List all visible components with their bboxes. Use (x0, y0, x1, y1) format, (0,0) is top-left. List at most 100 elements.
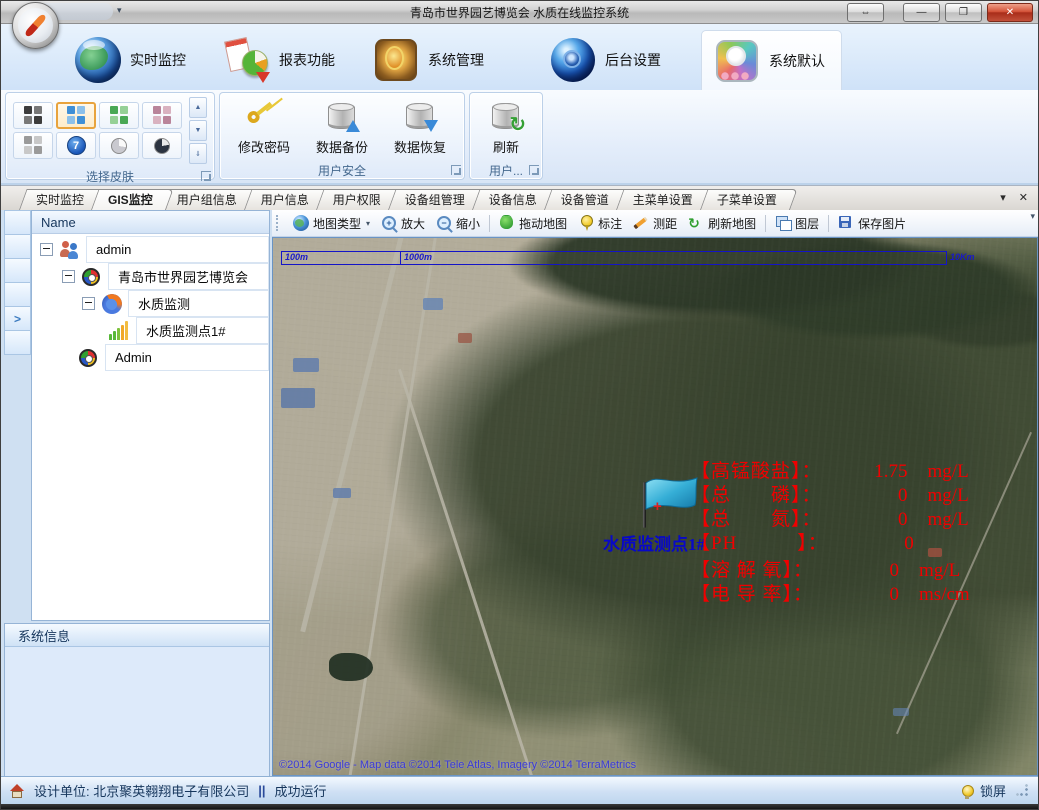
panel-collapse-button[interactable]: > (4, 307, 31, 331)
map-scale-bar: 100m 1000m 10Km (281, 251, 947, 265)
zoom-in-button[interactable]: + 放大 (376, 213, 430, 234)
pencil-icon (633, 215, 649, 231)
blue-orb-icon (551, 38, 595, 82)
tab-list-dropdown-icon[interactable]: ▾ (1000, 191, 1006, 204)
system-info-title[interactable]: 系统信息 (5, 624, 269, 647)
color-wheel-icon (80, 266, 104, 288)
reading-row: 【溶 解 氧】：0mg/L (691, 559, 1004, 583)
maximize-button[interactable]: ❐ (945, 3, 982, 22)
skin-scroll-down-button[interactable]: ▼ (189, 120, 207, 141)
rainbow-skin-icon (716, 40, 758, 82)
toolbar-grip (276, 215, 281, 231)
toolbar-separator (765, 215, 766, 232)
tab-user-groups[interactable]: 用户组信息 (160, 189, 250, 210)
data-restore-button[interactable]: 数据恢复 (383, 98, 457, 156)
dialog-launcher-icon[interactable] (451, 165, 461, 175)
measure-button[interactable]: 测距 (628, 213, 682, 234)
water-quality-readings: 【高锰酸盐】：1.75mg/L 【总 磷】：0mg/L 【总 氮】：0mg/L … (691, 460, 1004, 607)
strip-cell[interactable] (4, 331, 31, 355)
lock-screen-button[interactable]: 锁屏 (980, 781, 1006, 800)
layers-button[interactable]: 图层 (770, 213, 824, 234)
tab-main-menu[interactable]: 主菜单设置 (616, 189, 706, 210)
window-pin-button[interactable]: ⇔ (847, 3, 884, 22)
skin-scroll-column: ▲ ▼ ⇓ (189, 97, 207, 164)
seven-badge-icon: 7 (67, 136, 86, 155)
tree-item-admin2[interactable]: Admin (32, 344, 269, 371)
refresh-button[interactable]: ↻ 刷新 (477, 98, 535, 156)
group-label-user: 用户... (470, 161, 542, 179)
tab-device-pipes[interactable]: 设备管道 (544, 189, 622, 210)
bar-chart-icon (108, 320, 132, 342)
ribbon-tab-realtime[interactable]: 实时监控 (63, 30, 202, 90)
dialog-launcher-icon[interactable] (529, 165, 539, 175)
minimize-button[interactable]: — (903, 3, 940, 22)
ribbon-tab-label: 后台设置 (605, 50, 661, 70)
ribbon-tab-reports[interactable]: 报表功能 (212, 30, 351, 90)
zoom-out-button[interactable]: − 缩小 (431, 213, 485, 234)
chevron-down-icon: ▾ (366, 219, 370, 228)
strip-cell[interactable] (4, 259, 31, 283)
toolbar-separator (828, 215, 829, 232)
strip-cell[interactable] (4, 235, 31, 259)
scale-label-10km: 10Km (950, 252, 975, 262)
reading-row: 【PH 】：0 (691, 532, 1004, 556)
toolbar-overflow-icon[interactable]: ▾ (1030, 211, 1035, 222)
skin-darkpie-button[interactable] (142, 132, 182, 159)
tree-item-water-monitor[interactable]: 水质监测 (32, 290, 269, 317)
skin-dark-button[interactable] (13, 102, 53, 129)
app-compass-icon[interactable] (12, 2, 59, 49)
tab-realtime[interactable]: 实时监控 (19, 189, 97, 210)
scale-label-100m: 100m (285, 252, 308, 262)
collapse-expander-icon[interactable] (82, 297, 95, 310)
change-password-button[interactable]: 修改密码 (227, 98, 301, 156)
refresh-map-button[interactable]: ↻ 刷新地图 (683, 213, 761, 234)
run-state-text: 成功运行 (275, 781, 327, 800)
tree-body: admin 青岛市世界园艺博览会 水质监测 (32, 234, 269, 620)
ribbon-tab-label: 实时监控 (130, 50, 186, 70)
window-bottom-edge (1, 804, 1038, 809)
close-button[interactable]: ✕ (987, 3, 1033, 22)
collapse-expander-icon[interactable] (62, 270, 75, 283)
toolbar-separator (489, 215, 490, 232)
map-canvas[interactable]: 100m 1000m 10Km + 水质监测 (272, 237, 1038, 776)
data-backup-button[interactable]: 数据备份 (305, 98, 379, 156)
app-window: ▾ 青岛市世界园艺博览会 水质在线监控系统 ⇔ — ❐ ✕ 实时监控 报表功能 … (0, 0, 1039, 810)
tab-device-groups[interactable]: 设备组管理 (388, 189, 478, 210)
ribbon-tab-default[interactable]: 系统默认 (701, 30, 842, 90)
tab-gis[interactable]: GIS监控 (91, 189, 166, 210)
skin-seven-button[interactable]: 7 (56, 132, 96, 159)
strip-cell[interactable] (4, 210, 31, 235)
save-image-button[interactable]: 保存图片 (833, 213, 911, 234)
skin-gray-button[interactable] (13, 132, 53, 159)
tree-item-monitor-point[interactable]: 水质监测点1# (32, 317, 269, 344)
left-column: > Name admin 青岛市世界园艺博览会 (1, 210, 270, 776)
skin-blue-button[interactable] (56, 102, 96, 129)
bulb-icon (962, 785, 974, 797)
dialog-launcher-icon[interactable] (201, 171, 211, 181)
tab-close-icon[interactable]: ✕ (1019, 191, 1028, 204)
tree-header[interactable]: Name (32, 211, 269, 234)
strip-cell[interactable] (4, 283, 31, 307)
map-type-button[interactable]: 地图类型 ▾ (288, 213, 375, 234)
skin-scroll-end-button[interactable]: ⇓ (189, 143, 207, 164)
tree-item-admin[interactable]: admin (32, 236, 269, 263)
group-user-security: 修改密码 数据备份 数据恢复 用户安全 (219, 92, 465, 180)
tab-user-info[interactable]: 用户信息 (244, 189, 322, 210)
tab-user-rights[interactable]: 用户权限 (316, 189, 394, 210)
pan-map-button[interactable]: 拖动地图 (494, 213, 572, 234)
title-bar[interactable]: ▾ 青岛市世界园艺博览会 水质在线监控系统 ⇔ — ❐ ✕ (1, 1, 1038, 24)
collapse-expander-icon[interactable] (40, 243, 53, 256)
annotate-button[interactable]: 标注 (573, 213, 627, 234)
skin-green-button[interactable] (99, 102, 139, 129)
status-bar: 设计单位: 北京聚英翱翔电子有限公司 || 成功运行 锁屏 (1, 776, 1038, 804)
resize-grip[interactable] (1016, 784, 1029, 797)
tab-device-info[interactable]: 设备信息 (472, 189, 550, 210)
ribbon-tab-sysmanage[interactable]: 系统管理 (361, 30, 500, 90)
skin-pink-button[interactable] (142, 102, 182, 129)
skin-scroll-up-button[interactable]: ▲ (189, 97, 207, 118)
ribbon-tab-backend[interactable]: 后台设置 (538, 30, 677, 90)
tab-sub-menu[interactable]: 子菜单设置 (700, 189, 790, 210)
skin-lightpie-button[interactable] (99, 132, 139, 159)
main-content: > Name admin 青岛市世界园艺博览会 (1, 210, 1038, 776)
tree-item-expo[interactable]: 青岛市世界园艺博览会 (32, 263, 269, 290)
